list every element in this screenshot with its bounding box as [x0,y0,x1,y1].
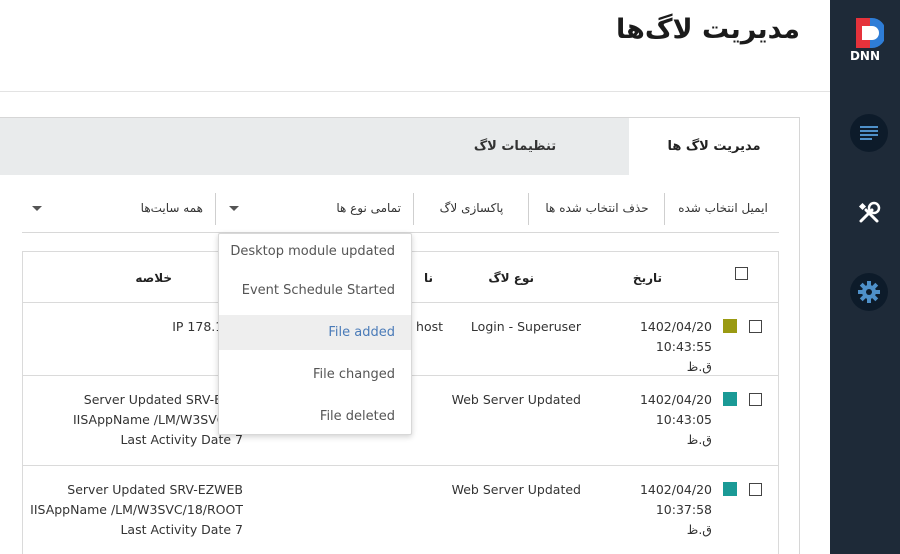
persona-bar: DNN [830,0,900,554]
log-toolbar: ایمیل انتخاب شده حذف انتخاب شده ها پاکسا… [22,191,779,233]
chevron-down-icon [32,205,42,211]
log-type-dropdown-menu: Desktop module updated Event Schedule St… [218,233,412,435]
page-header: مدیریت لاگ‌ها [0,0,830,92]
log-date-suffix: ق.ظ [686,359,712,374]
email-selected-button[interactable]: ایمیل انتخاب شده [667,191,779,225]
column-header-date[interactable]: تاریخ [633,252,662,303]
summary-line: Server Updated SRV-EZWEB [67,482,243,497]
toolbar-divider [215,193,216,225]
tab-log-settings[interactable]: تنظیمات لاگ [400,118,630,175]
delete-selected-button[interactable]: حذف انتخاب شده ها [530,191,664,225]
dnn-logo-icon [856,18,884,48]
column-header-log-type[interactable]: نوع لاگ [488,252,534,303]
table-row[interactable]: 1402/04/20 10:37:58 ق.ظ Web Server Updat… [23,466,778,554]
dropdown-option[interactable]: Event Schedule Started [219,273,411,308]
toolbar-divider [528,193,529,225]
tab-bar: مدیریت لاگ ها تنظیمات لاگ [0,118,799,175]
log-date-suffix: ق.ظ [686,432,712,447]
log-date-value: 1402/04/20 10:43:55 [639,319,712,354]
log-type-color-swatch [723,392,737,406]
content-icon [860,126,878,140]
dropdown-option[interactable]: Desktop module updated [219,234,411,269]
log-type-select[interactable]: تمامی نوع ها [217,191,413,225]
log-type-color-swatch [723,319,737,333]
dropdown-option[interactable]: File deleted [219,399,411,434]
row-checkbox[interactable] [749,320,762,333]
log-username: host [416,319,443,334]
chevron-down-icon [229,205,239,211]
log-type: Web Server Updated [451,392,581,407]
column-header-name[interactable]: نا [424,252,433,303]
content-menu-button[interactable] [850,114,888,152]
settings-button[interactable] [850,273,888,311]
row-checkbox[interactable] [749,393,762,406]
toolbar-divider [413,193,414,225]
dropdown-option-selected[interactable]: File added [219,315,411,350]
column-header-summary[interactable]: خلاصه [135,252,172,303]
log-date-suffix: ق.ظ [686,522,712,537]
summary-line: IISAppName /LM/W3SVC/18/ROOT [30,502,243,517]
log-date: 1402/04/20 10:43:55 ق.ظ [582,317,712,377]
select-all-checkbox[interactable] [735,267,748,280]
page-title: مدیریت لاگ‌ها [616,14,800,45]
log-type: Login - Superuser [470,319,581,334]
gear-icon [858,281,880,303]
log-type-select-value: تمامی نوع ها [336,201,401,215]
dropdown-option[interactable]: File changed [219,357,411,392]
log-date: 1402/04/20 10:43:05 ق.ظ [582,390,712,450]
log-summary: Server Updated SRV-EZWEB IISAppName /LM/… [23,480,243,540]
summary-line: Last Activity Date 7 [120,522,243,537]
log-date-value: 1402/04/20 10:43:05 [639,392,712,427]
site-select[interactable]: همه سایت‌ها [22,191,215,225]
settings-tools-button[interactable] [850,194,888,232]
tools-icon [858,201,881,223]
clear-log-button[interactable]: پاکسازی لاگ [415,191,528,225]
log-type-color-swatch [723,482,737,496]
logo-text: DNN [849,49,881,63]
tab-log-management[interactable]: مدیریت لاگ ها [629,118,799,175]
log-date: 1402/04/20 10:37:58 ق.ظ [582,480,712,540]
log-type: Web Server Updated [451,482,581,497]
toolbar-divider [664,193,665,225]
site-select-value: همه سایت‌ها [140,201,203,215]
dnn-logo[interactable]: DNN [830,0,900,92]
log-date-value: 1402/04/20 10:37:58 [639,482,712,517]
row-checkbox[interactable] [749,483,762,496]
